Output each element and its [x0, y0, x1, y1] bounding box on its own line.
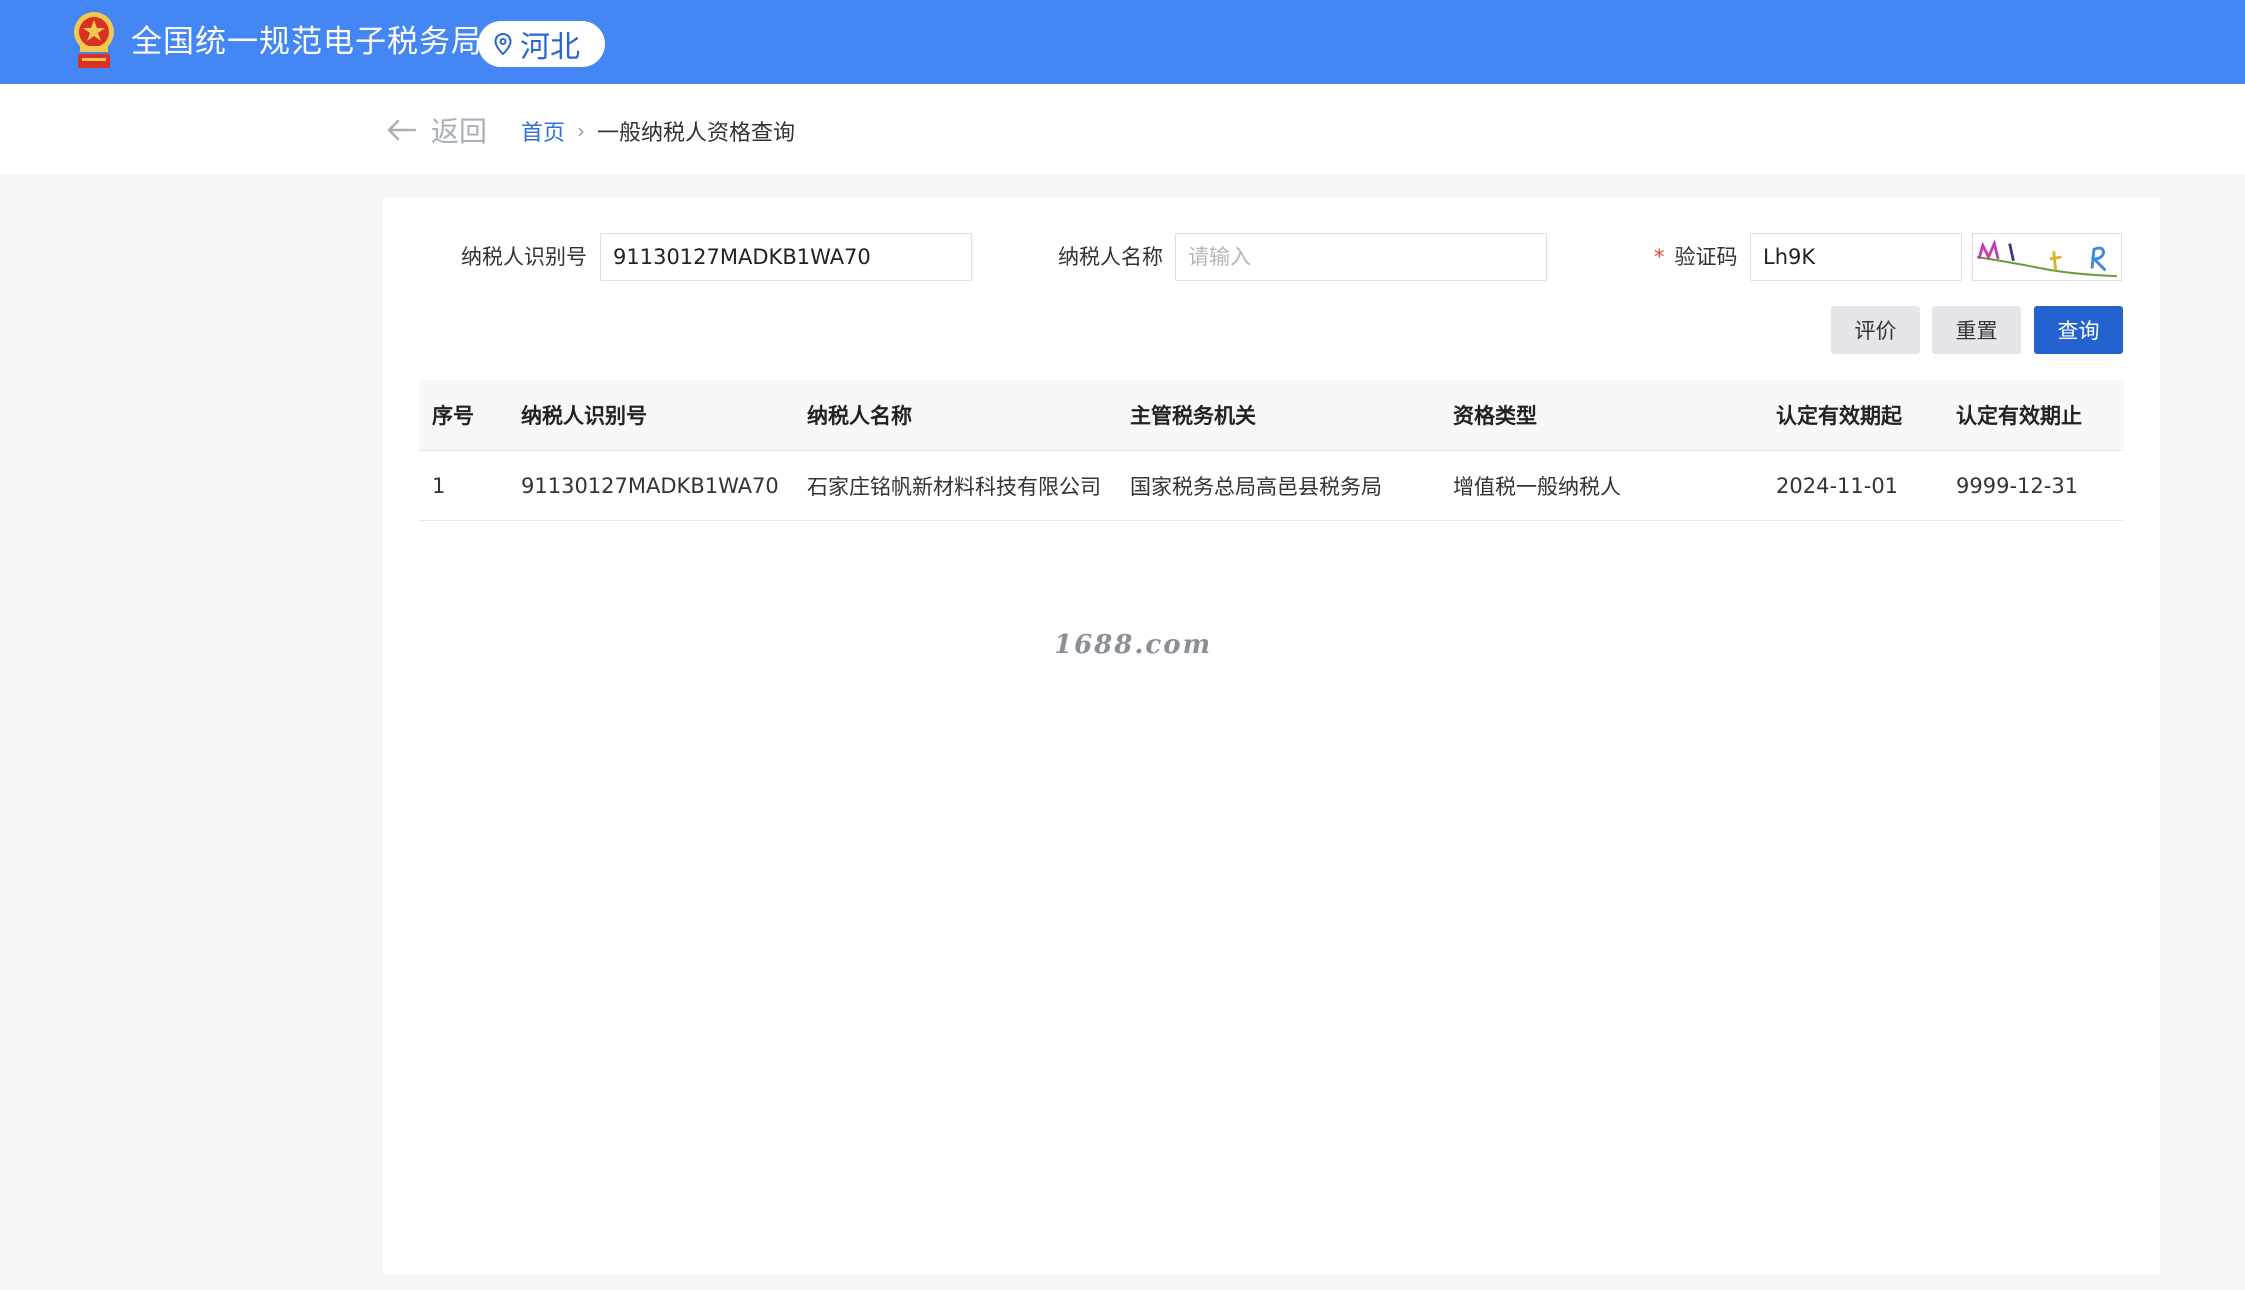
table-cell: 石家庄铭帆新材料科技有限公司 — [807, 474, 1101, 499]
breadcrumb-home-link[interactable]: 首页 — [521, 115, 565, 147]
back-button[interactable]: 返回 — [385, 110, 487, 150]
table-cell: 9999-12-31 — [1956, 473, 2079, 498]
table-cell: 91130127MADKB1WA70 — [521, 473, 779, 498]
taxpayer-name-input[interactable]: 请输入 — [1175, 233, 1547, 281]
captcha-image[interactable] — [1972, 233, 2122, 281]
column-header: 纳税人名称 — [807, 404, 912, 428]
breadcrumb-bar: 返回 首页 › 一般纳税人资格查询 — [0, 84, 2245, 174]
captcha-input[interactable]: Lh9K — [1750, 233, 1962, 281]
column-header: 纳税人识别号 — [521, 404, 647, 428]
column-header: 主管税务机关 — [1130, 404, 1256, 428]
captcha-label-group: * 验证码 — [1654, 233, 1738, 281]
column-header: 资格类型 — [1453, 404, 1537, 428]
results-table: 序号 纳税人识别号 纳税人名称 主管税务机关 资格类型 认定有效期起 认定有效期… — [419, 380, 2124, 521]
breadcrumb: 首页 › 一般纳税人资格查询 — [521, 115, 795, 147]
column-header: 认定有效期起 — [1776, 404, 1902, 428]
table-row: 1 91130127MADKB1WA70 石家庄铭帆新材料科技有限公司 国家税务… — [419, 451, 2124, 521]
taxpayer-name-label: 纳税人名称 — [1058, 245, 1163, 269]
watermark: 1688.com — [1054, 630, 1213, 660]
region-label: 河北 — [520, 30, 580, 65]
table-cell: 增值税一般纳税人 — [1453, 474, 1621, 499]
top-header: 全国统一规范电子税务局 河北 — [0, 0, 2245, 84]
table-header: 序号 纳税人识别号 纳税人名称 主管税务机关 资格类型 认定有效期起 认定有效期… — [419, 380, 2124, 451]
taxpayer-id-input[interactable]: 91130127MADKB1WA70 — [600, 233, 972, 281]
query-panel: 纳税人识别号 91130127MADKB1WA70 纳税人名称 请输入 * 验证码… — [383, 197, 2160, 1275]
chevron-right-icon: › — [577, 119, 586, 143]
column-header: 认定有效期止 — [1956, 404, 2082, 428]
required-mark: * — [1654, 245, 1665, 269]
site-title: 全国统一规范电子税务局 — [131, 24, 483, 60]
reset-button[interactable]: 重置 — [1932, 306, 2021, 354]
location-pin-icon — [494, 33, 512, 55]
national-emblem-icon — [74, 12, 114, 68]
table-cell: 2024-11-01 — [1776, 473, 1899, 498]
table-cell: 1 — [432, 473, 446, 498]
search-button[interactable]: 查询 — [2034, 306, 2123, 354]
arrow-left-icon — [387, 119, 417, 141]
table-cell: 国家税务总局高邑县税务局 — [1130, 474, 1382, 499]
column-header: 序号 — [432, 404, 474, 428]
region-selector[interactable]: 河北 — [478, 21, 605, 67]
captcha-label: 验证码 — [1674, 245, 1738, 269]
back-label: 返回 — [431, 115, 488, 148]
taxpayer-id-label: 纳税人识别号 — [461, 245, 587, 269]
breadcrumb-current: 一般纳税人资格查询 — [597, 121, 796, 146]
evaluate-button[interactable]: 评价 — [1831, 306, 1920, 354]
